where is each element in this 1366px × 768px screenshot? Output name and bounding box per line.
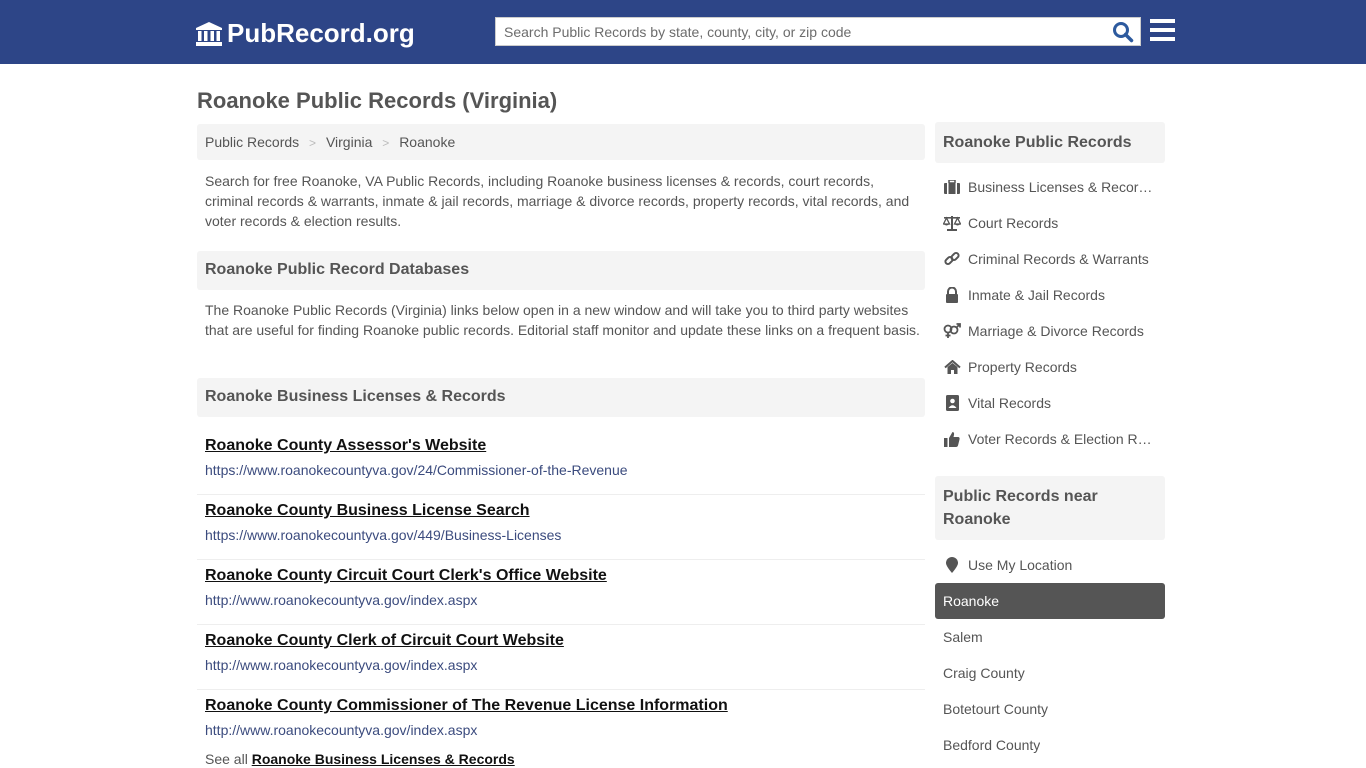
breadcrumb-virginia[interactable]: Virginia <box>326 134 372 150</box>
record-url: http://www.roanokecountyva.gov/index.asp… <box>205 657 478 673</box>
record-title-link[interactable]: Roanoke County Commissioner of The Reven… <box>205 696 917 716</box>
record-item: Roanoke County Business License Search h… <box>197 495 925 560</box>
nearby-item-label: Roanoke <box>943 593 1000 609</box>
breadcrumb-public-records[interactable]: Public Records <box>205 134 299 150</box>
sidebar-nearby-list: Use My Location Roanoke Salem Craig Coun… <box>935 547 1165 763</box>
nearby-item-botetourt-county[interactable]: Botetourt County <box>935 691 1165 727</box>
home-icon <box>943 359 961 375</box>
logo-text: PubRecord.org <box>227 18 415 48</box>
record-item: Roanoke County Clerk of Circuit Court We… <box>197 625 925 690</box>
nearby-item-label: Salem <box>943 629 983 645</box>
nearby-item-salem[interactable]: Salem <box>935 619 1165 655</box>
record-item: Roanoke County Commissioner of The Reven… <box>197 690 925 755</box>
search-icon <box>1113 22 1134 43</box>
map-marker-icon <box>943 557 961 573</box>
search-input[interactable] <box>496 18 1106 45</box>
sidebar-item-label: Voter Records & Election Results <box>968 431 1153 447</box>
sidebar-item-label: Business Licenses & Records <box>968 179 1153 195</box>
breadcrumb-separator: > <box>382 136 390 150</box>
record-title-link[interactable]: Roanoke County Circuit Court Clerk's Off… <box>205 566 917 586</box>
breadcrumb: Public Records > Virginia > Roanoke <box>197 124 925 160</box>
nearby-item-label: Craig County <box>943 665 1025 681</box>
sidebar-item-voter[interactable]: Voter Records & Election Results <box>935 421 1165 457</box>
search-button[interactable] <box>1112 21 1134 43</box>
thumbs-up-icon <box>943 431 961 447</box>
record-item: Roanoke County Assessor's Website https:… <box>197 430 925 495</box>
record-url: https://www.roanokecountyva.gov/449/Busi… <box>205 527 562 543</box>
sidebar-item-label: Marriage & Divorce Records <box>968 323 1144 339</box>
record-title-link[interactable]: Roanoke County Business License Search <box>205 501 917 521</box>
databases-heading: Roanoke Public Record Databases <box>197 251 925 290</box>
business-heading: Roanoke Business Licenses & Records <box>197 378 925 417</box>
record-url: https://www.roanokecountyva.gov/24/Commi… <box>205 462 628 478</box>
menu-bar <box>1150 37 1175 41</box>
sidebar-item-business[interactable]: Business Licenses & Records <box>935 169 1165 205</box>
databases-description: The Roanoke Public Records (Virginia) li… <box>205 302 920 338</box>
breadcrumb-roanoke[interactable]: Roanoke <box>399 134 455 150</box>
site-header: PubRecord.org <box>0 0 1366 64</box>
link-icon <box>943 251 961 267</box>
menu-bar <box>1150 28 1175 32</box>
sidebar-records-heading: Roanoke Public Records <box>935 122 1165 163</box>
record-title-link[interactable]: Roanoke County Clerk of Circuit Court We… <box>205 631 917 651</box>
see-all-link[interactable]: Roanoke Business Licenses & Records <box>252 751 515 767</box>
nearby-item-label: Bedford County <box>943 737 1041 753</box>
nearby-item-label: Botetourt County <box>943 701 1049 717</box>
search-box <box>495 17 1141 46</box>
sidebar-nearby-heading: Public Records near Roanoke <box>935 476 1165 540</box>
breadcrumb-separator: > <box>309 136 317 150</box>
sidebar-item-inmate[interactable]: Inmate & Jail Records <box>935 277 1165 313</box>
sidebar-item-criminal[interactable]: Criminal Records & Warrants <box>935 241 1165 277</box>
use-my-location-label: Use My Location <box>968 557 1073 573</box>
sidebar-item-label: Court Records <box>968 215 1059 231</box>
page-title: Roanoke Public Records (Virginia) <box>197 88 558 113</box>
menu-bar <box>1150 19 1175 23</box>
intro-text: Search for free Roanoke, VA Public Recor… <box>205 173 910 229</box>
business-record-list: Roanoke County Assessor's Website https:… <box>197 430 925 755</box>
briefcase-icon <box>943 179 961 195</box>
see-all-prefix: See all <box>205 751 248 767</box>
hamburger-menu-button[interactable] <box>1150 19 1175 42</box>
lock-icon <box>943 287 961 303</box>
balance-scale-icon <box>943 215 961 231</box>
record-url: http://www.roanokecountyva.gov/index.asp… <box>205 722 478 738</box>
see-all: See all Roanoke Business Licenses & Reco… <box>205 751 515 767</box>
record-title-link[interactable]: Roanoke County Assessor's Website <box>205 436 917 456</box>
nearby-item-roanoke[interactable]: Roanoke <box>935 583 1165 619</box>
bank-icon <box>196 21 222 46</box>
sidebar-item-court[interactable]: Court Records <box>935 205 1165 241</box>
sidebar-item-property[interactable]: Property Records <box>935 349 1165 385</box>
sidebar-item-vital[interactable]: Vital Records <box>935 385 1165 421</box>
record-url: http://www.roanokecountyva.gov/index.asp… <box>205 592 478 608</box>
sidebar-item-label: Inmate & Jail Records <box>968 287 1105 303</box>
record-item: Roanoke County Circuit Court Clerk's Off… <box>197 560 925 625</box>
nearby-item-craig-county[interactable]: Craig County <box>935 655 1165 691</box>
venus-mars-icon <box>943 323 961 339</box>
sidebar-item-label: Property Records <box>968 359 1077 375</box>
sidebar-category-list: Business Licenses & Records Court Record… <box>935 169 1165 457</box>
sidebar-item-label: Criminal Records & Warrants <box>968 251 1149 267</box>
address-book-icon <box>943 395 961 411</box>
sidebar-item-label: Vital Records <box>968 395 1052 411</box>
site-logo[interactable]: PubRecord.org <box>195 18 415 49</box>
nearby-item-bedford-county[interactable]: Bedford County <box>935 727 1165 763</box>
sidebar-item-marriage[interactable]: Marriage & Divorce Records <box>935 313 1165 349</box>
use-my-location-button[interactable]: Use My Location <box>935 547 1165 583</box>
